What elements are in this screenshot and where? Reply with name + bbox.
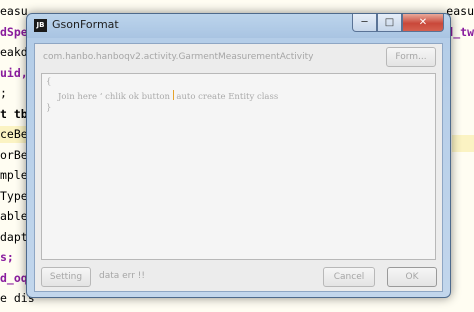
text-caret: [172, 90, 174, 100]
editor-code-line: orBe: [0, 147, 28, 162]
editor-code-line: dapt: [0, 229, 28, 244]
json-hint-after: auto create Entity class: [176, 92, 279, 102]
ok-button[interactable]: OK: [387, 267, 437, 287]
json-hint-before: Join here ‘ chlik ok button: [58, 92, 170, 102]
window-controls: ─ □ ✕: [352, 14, 444, 33]
maximize-button[interactable]: □: [377, 14, 402, 32]
close-button[interactable]: ✕: [402, 14, 444, 32]
editor-code-line: t tb: [0, 106, 28, 121]
editor-code-line: able: [0, 209, 28, 223]
maximize-icon: □: [384, 17, 395, 28]
editor-code-line: s;: [0, 250, 14, 264]
editor-code-line: uid,: [0, 65, 28, 80]
editor-right-highlight: [452, 135, 474, 152]
minimize-icon: ─: [361, 17, 368, 28]
jetbrains-app-icon: JB: [34, 19, 47, 32]
title-bar[interactable]: JB GsonFormat ─ □ ✕: [27, 14, 450, 38]
setting-button[interactable]: Setting: [41, 267, 91, 287]
gsonformat-window: JB GsonFormat ─ □ ✕ com.hanbo.hanboqv2.a…: [26, 13, 451, 298]
cancel-button[interactable]: Cancel: [323, 267, 375, 287]
dialog-content: com.hanbo.hanboqv2.activity.GarmentMeasu…: [34, 43, 443, 292]
json-open-brace: {: [46, 77, 52, 87]
editor-code-line: mple: [0, 168, 28, 182]
close-icon: ✕: [418, 17, 428, 28]
editor-code-line: Type: [0, 188, 28, 203]
json-close-brace: }: [46, 103, 52, 113]
editor-code-line: ;: [0, 86, 7, 100]
editor-code-line: easu: [0, 4, 28, 18]
minimize-button[interactable]: ─: [352, 14, 377, 32]
json-hint-text: Join here ‘ chlik ok button auto create …: [58, 90, 278, 102]
format-button[interactable]: Form...: [386, 47, 436, 67]
class-path-field[interactable]: com.hanbo.hanboqv2.activity.GarmentMeasu…: [41, 48, 377, 66]
json-input-area[interactable]: { Join here ‘ chlik ok button auto creat…: [41, 73, 436, 260]
window-title: GsonFormat: [52, 18, 119, 31]
editor-code-line: d_oq: [0, 270, 28, 285]
status-message: data err !!: [99, 271, 145, 281]
